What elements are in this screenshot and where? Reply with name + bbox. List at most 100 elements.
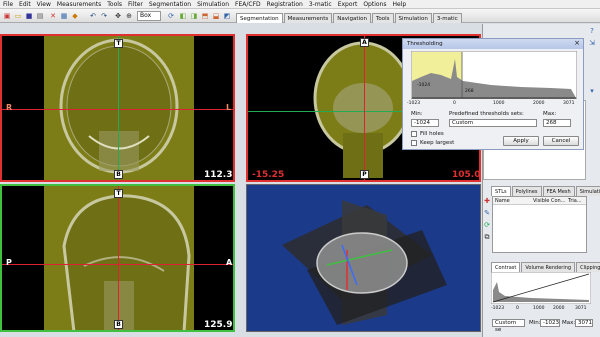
max-field[interactable]: 268 [543,119,571,127]
threshold-tick-1: 0 [453,101,456,106]
tab-navigation[interactable]: Navigation [333,13,371,23]
menu-options[interactable]: Options [363,0,386,9]
tab-simulation[interactable]: Simulation [394,13,432,23]
contrast-tabbar: Contrast Volume Rendering Clipping [491,262,600,272]
menu-export[interactable]: Export [338,0,358,9]
menu-bar: File Edit View Measurements Tools Filter… [0,0,600,9]
contrast-min-label: Min: [529,320,541,326]
menu-fea-cfd[interactable]: FEA/CFD [235,0,261,9]
coronal-viewport[interactable]: T B R L 112.30 [0,34,235,182]
cancel-button[interactable]: Cancel [543,136,579,146]
tab-3matic[interactable]: 3-matic [432,13,462,23]
rotate-icon[interactable]: ⟳ [166,11,176,21]
save-icon[interactable]: ■ [24,11,34,21]
axial-label-top: A [360,38,369,47]
refresh-stl-icon[interactable]: ⟳ [482,220,492,230]
tab-clipping[interactable]: Clipping [576,262,600,272]
tab-polylines[interactable]: Polylines [511,186,542,196]
tab-segmentation[interactable]: Segmentation [236,13,283,23]
col-visible[interactable]: Visible [533,197,551,204]
duplicate-stl-icon[interactable]: ⧉ [482,232,492,242]
tab-tools[interactable]: Tools [371,13,394,23]
dialog-title: Thresholding [407,41,443,47]
zoom-icon[interactable]: ⊕ [124,11,134,21]
menu-segmentation[interactable]: Segmentation [149,0,191,9]
pan-icon[interactable]: ✥ [113,11,123,21]
col-contour[interactable]: Con... [551,197,568,204]
contrast-preset-select[interactable]: Custom se [492,319,525,333]
col-triangles[interactable]: Tria... [568,197,586,204]
keep-largest-checkbox[interactable] [411,140,417,146]
edit-stl-icon[interactable]: ✎ [482,208,492,218]
menu-edit[interactable]: Edit [19,0,31,9]
sagittal-skull-image [62,194,191,330]
tab-measurements[interactable]: Measurements [283,13,333,23]
delete-icon[interactable]: ✕ [48,11,58,21]
undo-icon[interactable]: ↶ [88,11,98,21]
view-front-icon[interactable]: ◧ [178,11,188,21]
cube-icon[interactable]: ◆ [70,11,80,21]
menu-measurements[interactable]: Measurements [57,0,101,9]
scroll-down-icon[interactable]: ▾ [587,86,597,96]
threshold-tick-2: 1000 [493,101,505,106]
view-select[interactable]: Box [137,11,161,21]
open-folder-icon[interactable]: ▭ [13,11,23,21]
coronal-label-left: R [6,103,13,112]
tab-simulation-objects[interactable]: Simulation O... [575,186,600,196]
predefined-select[interactable]: Custom [449,119,537,127]
menu-registration[interactable]: Registration [267,0,303,9]
view-iso-icon[interactable]: ◩ [222,11,232,21]
tab-fea-mesh[interactable]: FEA Mesh [542,186,575,196]
menu-filter[interactable]: Filter [128,0,143,9]
menu-tools[interactable]: Tools [107,0,122,9]
threshold-histogram[interactable] [411,51,577,99]
tab-stls[interactable]: STLs [491,186,511,196]
keep-largest-label: Keep largest [420,140,455,146]
tab-contrast[interactable]: Contrast [491,262,521,272]
view-top-icon[interactable]: ⬒ [200,11,210,21]
dialog-titlebar[interactable]: Thresholding × [403,39,583,49]
add-stl-icon[interactable]: ✚ [482,196,492,206]
print-icon[interactable]: ▤ [35,11,45,21]
sagittal-label-left: P [6,258,12,267]
expand-icon[interactable]: ⇲ [587,38,597,48]
tab-bar: Segmentation Measurements Navigation Too… [236,13,463,23]
apply-button[interactable]: Apply [503,136,539,146]
view-side-icon[interactable]: ◨ [189,11,199,21]
contrast-tick-3: 2000 [553,306,565,311]
contrast-tick-0: -1023 [491,306,505,311]
threshold-tick-3: 2000 [533,101,545,106]
new-project-icon[interactable]: ▣ [2,11,12,21]
coronal-label-top: T [114,39,123,48]
thresholding-dialog: Thresholding × -1024 268 -1023 0 1000 20… [402,38,584,150]
fill-holes-checkbox[interactable] [411,131,417,137]
view-3d[interactable] [246,184,481,332]
contrast-max-label: Max: [562,320,576,326]
3d-skull-render [282,200,447,325]
coronal-slice-value: 112.30 [204,170,233,180]
tab-volume-rendering[interactable]: Volume Rendering [521,262,576,272]
help-icon[interactable]: ? [587,26,597,36]
sagittal-label-right: A [226,258,233,267]
sagittal-viewport[interactable]: T B P A 125.98 [0,184,235,332]
col-name[interactable]: Name [493,197,533,204]
axial-value-right: 105.00 [452,170,481,180]
menu-help[interactable]: Help [392,0,406,9]
stl-tabbar: STLs Polylines FEA Mesh Simulation O... [491,186,600,196]
menu-view[interactable]: View [37,0,51,9]
menu-file[interactable]: File [3,0,13,9]
close-icon[interactable]: × [574,39,580,47]
right-tool-column: ? ⇲ ▾ [587,26,598,106]
contrast-tick-4: 3071 [575,306,587,311]
menu-3matic[interactable]: 3-matic [309,0,332,9]
view-bottom-icon[interactable]: ⬓ [211,11,221,21]
menu-simulation[interactable]: Simulation [197,0,229,9]
stl-table[interactable]: Name Visible Con... Tria... [492,196,587,253]
min-field[interactable]: -1024 [411,119,439,127]
grid-icon[interactable]: ▦ [59,11,69,21]
contrast-max-field[interactable]: 3071 [575,319,593,327]
min-label: Min: [411,111,423,117]
redo-icon[interactable]: ↷ [99,11,109,21]
contrast-histogram[interactable] [491,272,591,304]
contrast-min-field[interactable]: -1023 [540,319,560,327]
